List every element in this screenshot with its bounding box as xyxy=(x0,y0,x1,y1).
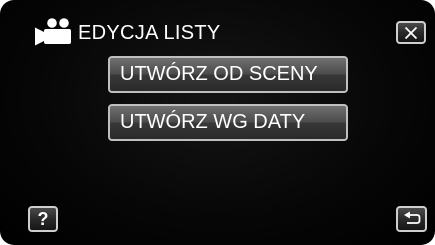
header: EDYCJA LISTY xyxy=(30,16,221,50)
create-by-scene-button[interactable]: UTWÓRZ OD SCENY xyxy=(108,56,348,93)
video-camera-icon xyxy=(35,18,71,46)
close-button[interactable] xyxy=(396,21,426,44)
help-icon: ? xyxy=(37,209,49,229)
back-arrow-icon xyxy=(403,211,420,224)
help-button[interactable]: ? xyxy=(28,206,58,232)
create-by-date-button[interactable]: UTWÓRZ WG DATY xyxy=(108,104,348,141)
close-icon xyxy=(404,26,418,39)
page-title: EDYCJA LISTY xyxy=(78,22,221,44)
lcd-screen: EDYCJA LISTY UTWÓRZ OD SCENY UTWÓRZ WG D… xyxy=(0,0,435,245)
back-button[interactable] xyxy=(396,206,427,232)
